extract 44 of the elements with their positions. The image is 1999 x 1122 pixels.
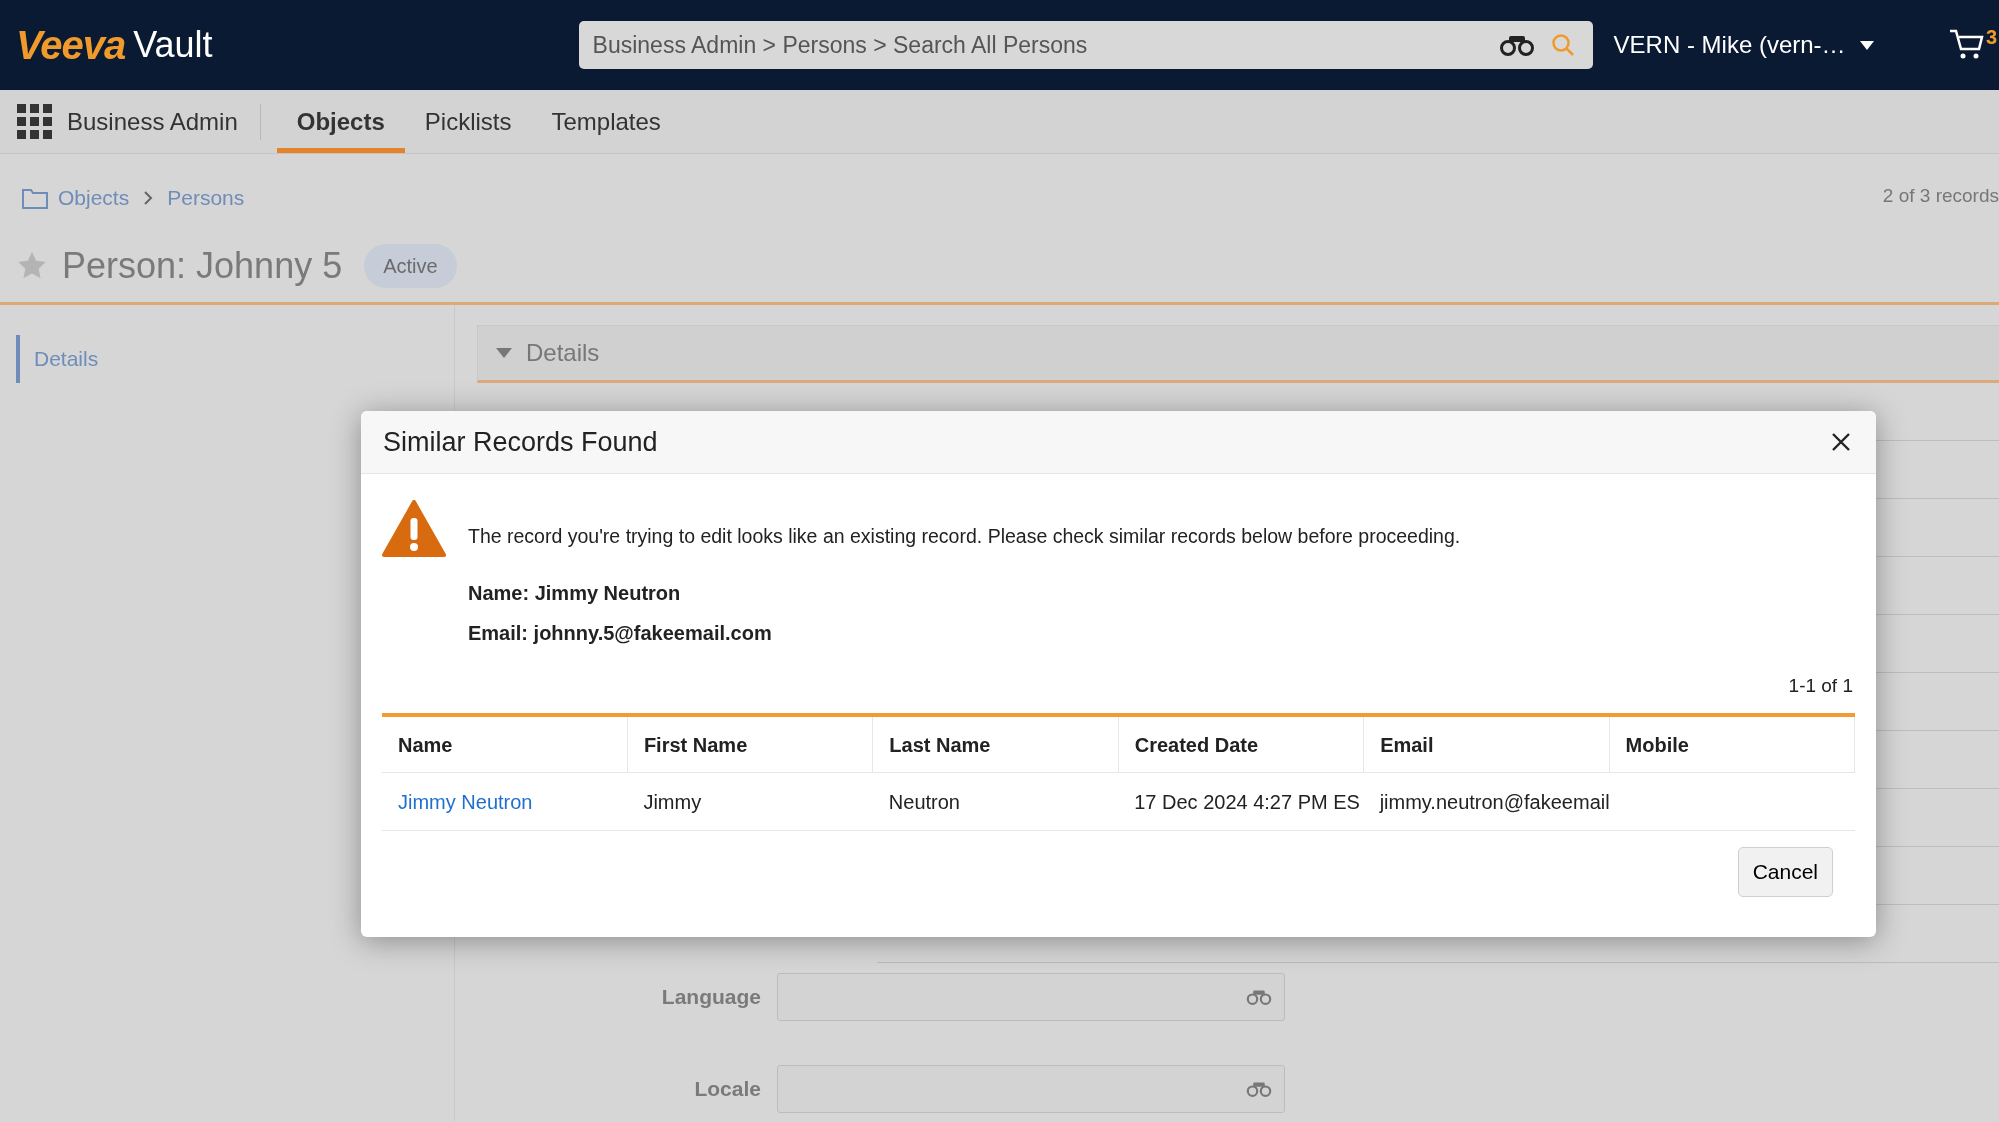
record-title: Person: Johnny 5 xyxy=(62,244,343,288)
match-detail: Email: johnny.5@fakeemail.com xyxy=(468,621,773,647)
column-header: Email xyxy=(1363,714,1610,773)
user-menu[interactable]: VERN - Mike (vern-… xyxy=(1613,27,1846,63)
close-icon xyxy=(1832,433,1850,451)
column-header: First Name xyxy=(627,714,873,773)
dialog-title: Similar Records Found xyxy=(383,425,659,459)
nav-tab[interactable]: Picklists xyxy=(404,90,532,153)
lookup-field[interactable] xyxy=(777,973,1285,1021)
column-header: Mobile xyxy=(1609,714,1855,773)
product-name: Vault xyxy=(133,23,213,67)
brand-logo: Veeva xyxy=(16,22,126,69)
column-header: Created Date xyxy=(1118,714,1364,773)
cancel-button[interactable]: Cancel xyxy=(1737,847,1833,897)
search-icon[interactable] xyxy=(1550,33,1575,57)
table-cell: Jimmy xyxy=(627,772,873,831)
table-cell: jimmy.neutron@fakeemail xyxy=(1363,772,1610,831)
status-badge: Active xyxy=(364,244,457,288)
nav-tab[interactable]: Templates xyxy=(531,90,681,153)
warning-message: The record you're trying to edit looks like an existing record. Please check similar records below before proceeding. xyxy=(468,524,1461,549)
warning-icon xyxy=(382,500,446,558)
pagination-text: 1-1 of 1 xyxy=(1787,674,1854,699)
column-header: Last Name xyxy=(872,714,1119,773)
nav-tab[interactable]: Objects xyxy=(276,90,405,153)
column-header: Name xyxy=(382,714,628,773)
caret-icon[interactable] xyxy=(1859,40,1874,50)
chevron-icon xyxy=(143,190,154,206)
app-grid-icon[interactable] xyxy=(17,103,53,140)
binoculars-icon[interactable] xyxy=(1498,34,1535,56)
search-field[interactable]: Business Admin > Persons > Search All Persons xyxy=(578,21,1593,69)
folder-icon xyxy=(22,187,48,209)
field-label: Language xyxy=(660,984,762,1011)
cart-count: 3 xyxy=(1985,25,1997,50)
record-link[interactable]: Jimmy Neutron xyxy=(398,790,533,813)
app-name: Business Admin xyxy=(67,103,261,140)
field-label: Locale xyxy=(693,1076,762,1103)
section-header[interactable]: Details xyxy=(477,325,1999,383)
lookup-field[interactable] xyxy=(777,1065,1285,1113)
match-detail: Name: Jimmy Neutron xyxy=(468,581,682,607)
record-count: 2 of 3 records xyxy=(1882,184,1999,208)
section-title: Details xyxy=(526,338,600,368)
table-cell: Neutron xyxy=(872,772,1119,831)
cart-icon[interactable] xyxy=(1949,28,1985,60)
table-cell: 17 Dec 2024 4:27 PM ES xyxy=(1118,772,1364,831)
